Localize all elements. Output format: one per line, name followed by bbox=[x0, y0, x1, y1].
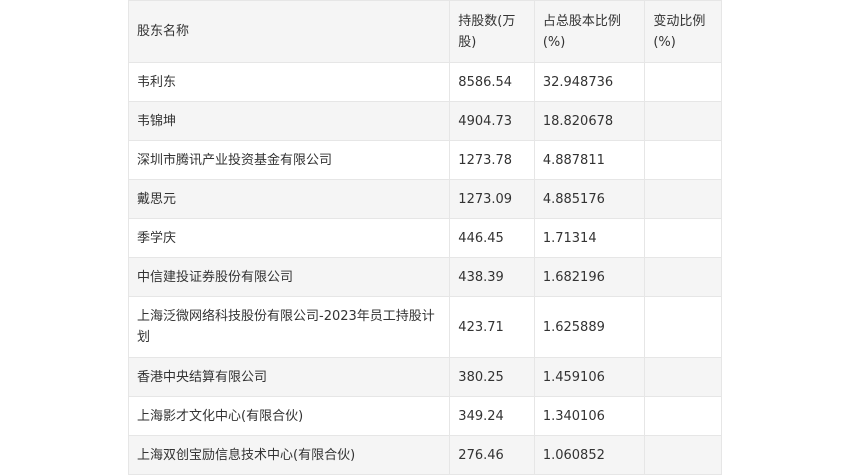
cell-shares: 4904.73 bbox=[449, 101, 535, 141]
header-change-ratio: 变动比例(%) bbox=[644, 0, 722, 63]
cell-name: 韦利东 bbox=[127, 62, 451, 102]
table-row: 上海影才文化中心(有限合伙) 349.24 1.340106 bbox=[127, 396, 722, 436]
cell-ratio: 18.820678 bbox=[533, 101, 646, 141]
cell-change bbox=[644, 101, 722, 141]
table-row: 季学庆 446.45 1.71314 bbox=[127, 218, 722, 258]
cell-shares: 446.45 bbox=[449, 218, 535, 258]
table-row: 上海泛微网络科技股份有限公司-2023年员工持股计划 423.71 1.6258… bbox=[127, 296, 722, 358]
cell-shares: 276.46 bbox=[449, 435, 535, 475]
cell-ratio: 32.948736 bbox=[533, 62, 646, 102]
cell-name: 深圳市腾讯产业投资基金有限公司 bbox=[127, 140, 451, 180]
cell-name: 上海双创宝励信息技术中心(有限合伙) bbox=[127, 435, 451, 475]
table-header-row: 股东名称 持股数(万股) 占总股本比例(%) 变动比例(%) bbox=[127, 0, 722, 63]
table-row: 深圳市腾讯产业投资基金有限公司 1273.78 4.887811 bbox=[127, 140, 722, 180]
cell-name: 香港中央结算有限公司 bbox=[127, 357, 451, 397]
cell-change bbox=[644, 257, 722, 297]
table-row: 中信建投证券股份有限公司 438.39 1.682196 bbox=[127, 257, 722, 297]
cell-change bbox=[644, 179, 722, 219]
header-share-ratio: 占总股本比例(%) bbox=[533, 0, 646, 63]
cell-name: 戴思元 bbox=[127, 179, 451, 219]
cell-ratio: 4.887811 bbox=[533, 140, 646, 180]
cell-ratio: 1.625889 bbox=[533, 296, 646, 358]
cell-shares: 380.25 bbox=[449, 357, 535, 397]
cell-ratio: 4.885176 bbox=[533, 179, 646, 219]
cell-change bbox=[644, 435, 722, 475]
cell-shares: 1273.09 bbox=[449, 179, 535, 219]
cell-shares: 1273.78 bbox=[449, 140, 535, 180]
cell-name: 上海泛微网络科技股份有限公司-2023年员工持股计划 bbox=[127, 296, 451, 358]
table-row: 上海双创宝励信息技术中心(有限合伙) 276.46 1.060852 bbox=[127, 435, 722, 475]
cell-ratio: 1.459106 bbox=[533, 357, 646, 397]
shareholder-table: 股东名称 持股数(万股) 占总股本比例(%) 变动比例(%) 韦利东 8586.… bbox=[127, 0, 722, 475]
cell-name: 季学庆 bbox=[127, 218, 451, 258]
cell-shares: 438.39 bbox=[449, 257, 535, 297]
table-row: 韦利东 8586.54 32.948736 bbox=[127, 62, 722, 102]
cell-ratio: 1.682196 bbox=[533, 257, 646, 297]
cell-name: 上海影才文化中心(有限合伙) bbox=[127, 396, 451, 436]
cell-name: 中信建投证券股份有限公司 bbox=[127, 257, 451, 297]
cell-ratio: 1.71314 bbox=[533, 218, 646, 258]
cell-shares: 423.71 bbox=[449, 296, 535, 358]
cell-change bbox=[644, 218, 722, 258]
cell-shares: 8586.54 bbox=[449, 62, 535, 102]
table-row: 韦锦坤 4904.73 18.820678 bbox=[127, 101, 722, 141]
header-shareholder-name: 股东名称 bbox=[127, 0, 451, 63]
table-row: 香港中央结算有限公司 380.25 1.459106 bbox=[127, 357, 722, 397]
cell-change bbox=[644, 140, 722, 180]
cell-name: 韦锦坤 bbox=[127, 101, 451, 141]
cell-change bbox=[644, 396, 722, 436]
cell-change bbox=[644, 357, 722, 397]
cell-change bbox=[644, 62, 722, 102]
cell-ratio: 1.060852 bbox=[533, 435, 646, 475]
cell-shares: 349.24 bbox=[449, 396, 535, 436]
cell-change bbox=[644, 296, 722, 358]
table-row: 戴思元 1273.09 4.885176 bbox=[127, 179, 722, 219]
header-shares-held: 持股数(万股) bbox=[449, 0, 535, 63]
cell-ratio: 1.340106 bbox=[533, 396, 646, 436]
